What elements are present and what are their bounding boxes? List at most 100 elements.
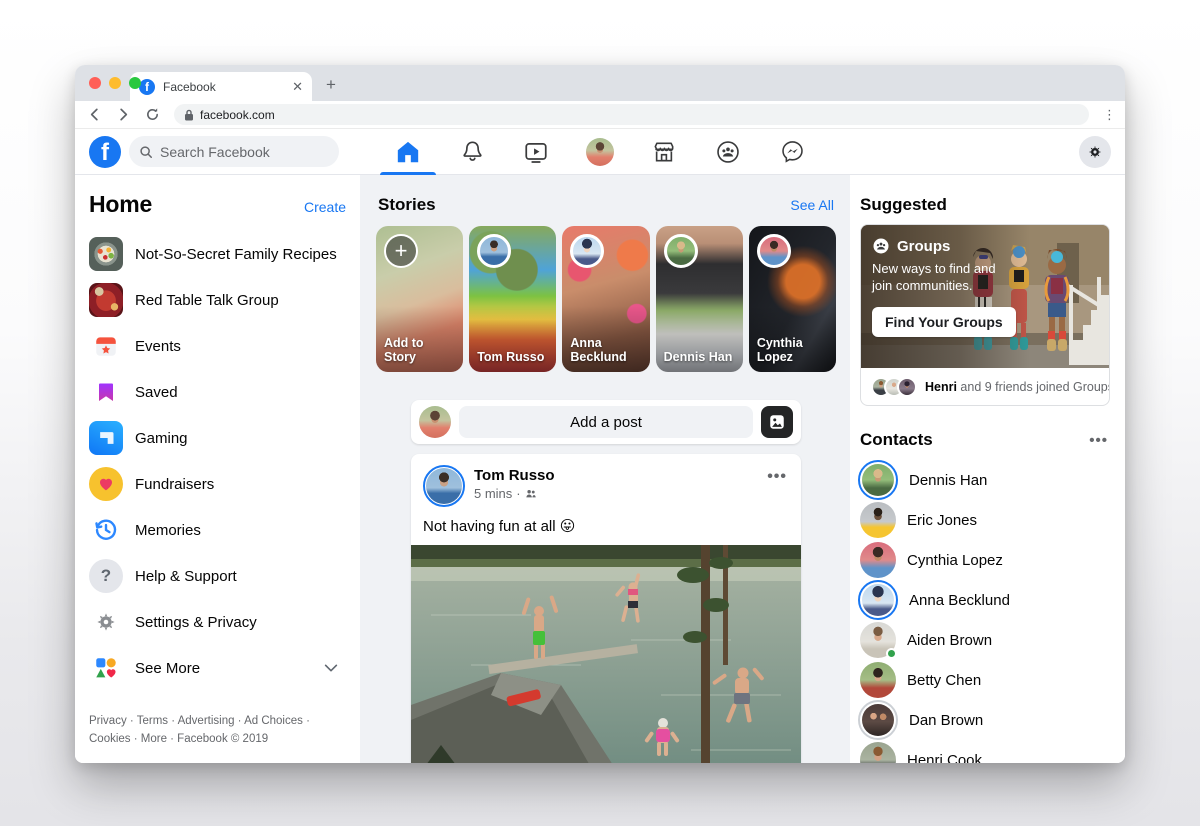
nav-messenger-tab[interactable] [760, 129, 824, 174]
home-icon [397, 141, 419, 162]
contact-row[interactable]: Betty Chen [860, 660, 1110, 700]
post-composer: Add a post [411, 400, 801, 444]
help-icon: ? [89, 559, 123, 593]
facebook-logo[interactable]: f [89, 135, 121, 168]
create-link[interactable]: Create [304, 199, 346, 215]
header-nav [376, 129, 824, 175]
nav-marketplace-tab[interactable] [632, 129, 696, 174]
contact-avatar [862, 584, 894, 616]
browser-menu-icon[interactable]: ⋮ [1103, 108, 1116, 121]
nav-home-tab[interactable] [376, 129, 440, 175]
reload-icon[interactable] [145, 107, 160, 122]
nav-watch-tab[interactable] [504, 129, 568, 174]
browser-tab-facebook[interactable]: f Facebook ✕ [130, 72, 312, 101]
story-card[interactable]: Dennis Han [655, 226, 743, 372]
sidebar-item-events[interactable]: Events [89, 326, 346, 366]
close-window-button[interactable] [89, 77, 101, 89]
add-post-field[interactable]: Add a post [459, 406, 753, 438]
search-box[interactable] [129, 136, 339, 167]
recipes-thumbnail [89, 237, 123, 271]
zoom-window-button[interactable] [129, 77, 141, 89]
address-bar: facebook.com ⋮ [75, 101, 1125, 129]
search-input[interactable] [160, 143, 310, 160]
contact-avatar [862, 704, 894, 736]
contacts-title: Contacts [860, 430, 933, 449]
sidebar-item-settings[interactable]: Settings & Privacy [89, 602, 346, 642]
story-card[interactable]: Tom Russo [469, 226, 557, 372]
page-content: Home Create Not-So-Secret Family Recipes… [75, 175, 1125, 763]
stories-row: + Add to Story Tom Russo Anna Becklund D… [376, 226, 837, 372]
friend-avatars-trio [871, 376, 917, 397]
profile-avatar [586, 137, 614, 166]
photo-icon [770, 415, 784, 429]
url-field[interactable]: facebook.com [174, 104, 1089, 125]
feed-post: Tom Russo 5 mins · ••• Not having fun at … [411, 454, 801, 763]
watch-icon [525, 142, 547, 163]
add-story-icon: + [384, 234, 418, 268]
post-author-avatar[interactable] [423, 465, 465, 507]
friends-privacy-icon [525, 489, 536, 497]
contacts-list: Dennis Han Eric Jones Cynthia Lopez Anna… [858, 460, 1110, 763]
sidebar-item-red-table-group[interactable]: Red Table Talk Group [89, 280, 346, 320]
sidebar-item-see-more[interactable]: See More [89, 648, 346, 688]
groups-white-icon [873, 238, 889, 254]
red-table-thumbnail [89, 283, 123, 317]
sidebar-item-memories[interactable]: Memories [89, 510, 346, 550]
contact-row[interactable]: Cynthia Lopez [860, 540, 1110, 580]
story-avatar [756, 234, 791, 268]
online-status-dot [886, 648, 897, 659]
memories-clock-icon [89, 513, 123, 547]
fundraisers-heart-icon [89, 467, 123, 501]
groups-card-photo: Groups New ways to find and join communi… [861, 225, 1109, 368]
sidebar-item-help[interactable]: ? Help & Support [89, 556, 346, 596]
story-card[interactable]: Cynthia Lopez [748, 226, 837, 372]
see-all-link[interactable]: See All [790, 197, 834, 213]
story-avatar [477, 234, 512, 268]
see-more-shapes-icon [89, 651, 123, 685]
add-photo-button[interactable] [761, 406, 793, 438]
post-menu-icon[interactable]: ••• [767, 468, 787, 486]
sidebar-item-fundraisers[interactable]: Fundraisers [89, 464, 346, 504]
nav-groups-tab[interactable] [696, 129, 760, 174]
minimize-window-button[interactable] [109, 77, 121, 89]
contact-row[interactable]: Dan Brown [858, 700, 1110, 740]
contact-row[interactable]: Anna Becklund [858, 580, 1110, 620]
contact-avatar [860, 662, 896, 698]
contact-row[interactable]: Aiden Brown [860, 620, 1110, 660]
new-tab-button[interactable]: + [326, 75, 336, 95]
nav-profile-tab[interactable] [568, 129, 632, 174]
groups-icon [717, 140, 739, 163]
nav-notifications-tab[interactable] [440, 129, 504, 174]
feed-column: Stories See All + Add to Story Tom Russo… [360, 175, 850, 763]
story-card-add[interactable]: + Add to Story [376, 226, 464, 372]
saved-bookmark-icon [89, 375, 123, 409]
traffic-lights [89, 77, 141, 89]
story-avatar [663, 234, 698, 268]
contact-row[interactable]: Eric Jones [860, 500, 1110, 540]
post-text: Not having fun at all 😛 [423, 518, 576, 535]
search-icon [139, 145, 153, 159]
sidebar-item-saved[interactable]: Saved [89, 372, 346, 412]
forward-icon[interactable] [116, 107, 131, 122]
gaming-icon [89, 421, 123, 455]
tab-close-icon[interactable]: ✕ [292, 79, 303, 95]
contact-row[interactable]: Dennis Han [858, 460, 1110, 500]
events-icon [89, 329, 123, 363]
contact-avatar [860, 502, 896, 538]
sidebar-item-gaming[interactable]: Gaming [89, 418, 346, 458]
marketplace-icon [654, 142, 674, 161]
post-meta: 5 mins · [474, 486, 555, 501]
tab-strip: f Facebook ✕ + [75, 65, 1125, 101]
messenger-icon [781, 141, 803, 163]
browser-window: f Facebook ✕ + facebook.com ⋮ f Search F… [75, 65, 1125, 763]
contacts-menu-icon[interactable]: ••• [1089, 432, 1108, 449]
story-card[interactable]: Anna Becklund [562, 226, 650, 372]
sidebar-item-recipes-group[interactable]: Not-So-Secret Family Recipes [89, 234, 346, 274]
back-icon[interactable] [87, 107, 102, 122]
post-photo-lake-jump[interactable] [411, 545, 801, 763]
legal-footer: Privacy · Terms · Advertising · Ad Choic… [89, 715, 310, 746]
settings-button[interactable] [1079, 135, 1111, 168]
post-author-name[interactable]: Tom Russo [474, 467, 555, 484]
find-your-groups-button[interactable]: Find Your Groups [872, 306, 1016, 337]
contact-row[interactable]: Henri Cook [860, 740, 1110, 763]
